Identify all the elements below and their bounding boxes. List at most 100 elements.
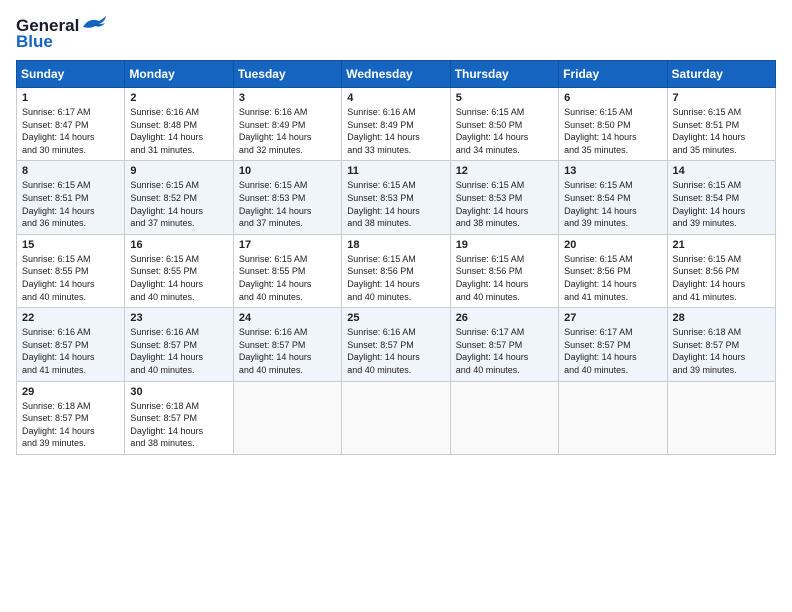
day-number: 7 <box>673 92 770 104</box>
day-number: 27 <box>564 312 661 324</box>
calendar-cell: 17 Sunrise: 6:15 AM Sunset: 8:55 PM Dayli… <box>233 234 341 307</box>
day-number: 29 <box>22 386 119 398</box>
calendar-cell: 3 Sunrise: 6:16 AM Sunset: 8:49 PM Daylig… <box>233 88 341 161</box>
day-info: Sunrise: 6:15 AM Sunset: 8:52 PM Dayligh… <box>130 179 227 229</box>
calendar-cell: 19Sunrise: 6:15 AM Sunset: 8:56 PM Dayli… <box>450 234 558 307</box>
day-info: Sunrise: 6:17 AM Sunset: 8:57 PM Dayligh… <box>456 326 553 376</box>
week-row-3: 15 Sunrise: 6:15 AM Sunset: 8:55 PM Dayli… <box>17 234 776 307</box>
day-info: Sunrise: 6:17 AM Sunset: 8:47 PM Dayligh… <box>22 106 119 156</box>
weekday-header-friday: Friday <box>559 61 667 88</box>
day-number: 4 <box>347 92 444 104</box>
logo: General Blue <box>16 16 107 52</box>
day-info: Sunrise: 6:16 AM Sunset: 8:49 PM Dayligh… <box>239 106 336 156</box>
logo-blue-text: Blue <box>16 32 53 52</box>
day-info: Sunrise: 6:15 AM Sunset: 8:55 PM Dayligh… <box>239 253 336 303</box>
day-info: Sunrise: 6:18 AM Sunset: 8:57 PM Dayligh… <box>130 400 227 450</box>
week-row-4: 22 Sunrise: 6:16 AM Sunset: 8:57 PM Dayli… <box>17 308 776 381</box>
day-number: 19 <box>456 239 553 251</box>
day-number: 25 <box>347 312 444 324</box>
day-info: Sunrise: 6:16 AM Sunset: 8:48 PM Dayligh… <box>130 106 227 156</box>
day-number: 16 <box>130 239 227 251</box>
day-info: Sunrise: 6:15 AM Sunset: 8:53 PM Dayligh… <box>239 179 336 229</box>
calendar-cell: 11Sunrise: 6:15 AM Sunset: 8:53 PM Dayli… <box>342 161 450 234</box>
day-number: 3 <box>239 92 336 104</box>
week-row-5: 29 Sunrise: 6:18 AM Sunset: 8:57 PM Dayli… <box>17 381 776 454</box>
day-number: 9 <box>130 165 227 177</box>
day-number: 6 <box>564 92 661 104</box>
day-number: 2 <box>130 92 227 104</box>
weekday-header-tuesday: Tuesday <box>233 61 341 88</box>
day-info: Sunrise: 6:15 AM Sunset: 8:54 PM Dayligh… <box>564 179 661 229</box>
calendar-cell <box>233 381 341 454</box>
day-info: Sunrise: 6:15 AM Sunset: 8:54 PM Dayligh… <box>673 179 770 229</box>
day-info: Sunrise: 6:18 AM Sunset: 8:57 PM Dayligh… <box>673 326 770 376</box>
calendar-cell: 10 Sunrise: 6:15 AM Sunset: 8:53 PM Dayli… <box>233 161 341 234</box>
calendar-cell: 27 Sunrise: 6:17 AM Sunset: 8:57 PM Dayli… <box>559 308 667 381</box>
day-info: Sunrise: 6:15 AM Sunset: 8:51 PM Dayligh… <box>22 179 119 229</box>
day-info: Sunrise: 6:16 AM Sunset: 8:57 PM Dayligh… <box>22 326 119 376</box>
calendar-cell: 7 Sunrise: 6:15 AM Sunset: 8:51 PM Daylig… <box>667 88 775 161</box>
day-number: 23 <box>130 312 227 324</box>
day-number: 12 <box>456 165 553 177</box>
day-number: 1 <box>22 92 119 104</box>
weekday-header-row: SundayMondayTuesdayWednesdayThursdayFrid… <box>17 61 776 88</box>
calendar-cell: 23 Sunrise: 6:16 AM Sunset: 8:57 PM Dayli… <box>125 308 233 381</box>
calendar-cell: 4 Sunrise: 6:16 AM Sunset: 8:49 PM Daylig… <box>342 88 450 161</box>
calendar-cell: 5Sunrise: 6:15 AM Sunset: 8:50 PM Daylig… <box>450 88 558 161</box>
calendar-cell: 20Sunrise: 6:15 AM Sunset: 8:56 PM Dayli… <box>559 234 667 307</box>
day-info: Sunrise: 6:15 AM Sunset: 8:55 PM Dayligh… <box>130 253 227 303</box>
calendar-cell: 1 Sunrise: 6:17 AM Sunset: 8:47 PM Daylig… <box>17 88 125 161</box>
calendar-cell: 16 Sunrise: 6:15 AM Sunset: 8:55 PM Dayli… <box>125 234 233 307</box>
calendar-cell: 13 Sunrise: 6:15 AM Sunset: 8:54 PM Dayli… <box>559 161 667 234</box>
week-row-2: 8 Sunrise: 6:15 AM Sunset: 8:51 PM Daylig… <box>17 161 776 234</box>
calendar-cell <box>342 381 450 454</box>
day-info: Sunrise: 6:17 AM Sunset: 8:57 PM Dayligh… <box>564 326 661 376</box>
calendar-cell: 6 Sunrise: 6:15 AM Sunset: 8:50 PM Daylig… <box>559 88 667 161</box>
calendar-cell: 26 Sunrise: 6:17 AM Sunset: 8:57 PM Dayli… <box>450 308 558 381</box>
calendar-cell <box>450 381 558 454</box>
day-info: Sunrise: 6:15 AM Sunset: 8:51 PM Dayligh… <box>673 106 770 156</box>
logo-bird-icon <box>81 15 107 33</box>
week-row-1: 1 Sunrise: 6:17 AM Sunset: 8:47 PM Daylig… <box>17 88 776 161</box>
weekday-header-thursday: Thursday <box>450 61 558 88</box>
day-info: Sunrise: 6:15 AM Sunset: 8:56 PM Dayligh… <box>347 253 444 303</box>
day-number: 26 <box>456 312 553 324</box>
calendar-cell: 15Sunrise: 6:15 AM Sunset: 8:55 PM Dayli… <box>17 234 125 307</box>
day-info: Sunrise: 6:16 AM Sunset: 8:49 PM Dayligh… <box>347 106 444 156</box>
day-number: 18 <box>347 239 444 251</box>
day-info: Sunrise: 6:18 AM Sunset: 8:57 PM Dayligh… <box>22 400 119 450</box>
calendar-cell: 12 Sunrise: 6:15 AM Sunset: 8:53 PM Dayli… <box>450 161 558 234</box>
day-number: 21 <box>673 239 770 251</box>
weekday-header-monday: Monday <box>125 61 233 88</box>
calendar-table: SundayMondayTuesdayWednesdayThursdayFrid… <box>16 60 776 455</box>
day-info: Sunrise: 6:15 AM Sunset: 8:56 PM Dayligh… <box>564 253 661 303</box>
day-number: 5 <box>456 92 553 104</box>
day-info: Sunrise: 6:15 AM Sunset: 8:50 PM Dayligh… <box>564 106 661 156</box>
weekday-header-sunday: Sunday <box>17 61 125 88</box>
day-info: Sunrise: 6:16 AM Sunset: 8:57 PM Dayligh… <box>347 326 444 376</box>
calendar-cell: 25 Sunrise: 6:16 AM Sunset: 8:57 PM Dayli… <box>342 308 450 381</box>
day-info: Sunrise: 6:16 AM Sunset: 8:57 PM Dayligh… <box>239 326 336 376</box>
calendar-cell: 24 Sunrise: 6:16 AM Sunset: 8:57 PM Dayli… <box>233 308 341 381</box>
calendar-cell <box>667 381 775 454</box>
day-info: Sunrise: 6:15 AM Sunset: 8:53 PM Dayligh… <box>456 179 553 229</box>
day-number: 28 <box>673 312 770 324</box>
day-info: Sunrise: 6:15 AM Sunset: 8:56 PM Dayligh… <box>673 253 770 303</box>
day-number: 24 <box>239 312 336 324</box>
calendar-cell: 30Sunrise: 6:18 AM Sunset: 8:57 PM Dayli… <box>125 381 233 454</box>
page-container: General Blue SundayMondayTuesdayWednesda… <box>16 16 776 455</box>
calendar-cell: 18 Sunrise: 6:15 AM Sunset: 8:56 PM Dayli… <box>342 234 450 307</box>
day-number: 17 <box>239 239 336 251</box>
calendar-cell: 22 Sunrise: 6:16 AM Sunset: 8:57 PM Dayli… <box>17 308 125 381</box>
day-info: Sunrise: 6:16 AM Sunset: 8:57 PM Dayligh… <box>130 326 227 376</box>
day-number: 11 <box>347 165 444 177</box>
calendar-cell: 28 Sunrise: 6:18 AM Sunset: 8:57 PM Dayli… <box>667 308 775 381</box>
day-number: 13 <box>564 165 661 177</box>
weekday-header-wednesday: Wednesday <box>342 61 450 88</box>
day-number: 8 <box>22 165 119 177</box>
day-number: 10 <box>239 165 336 177</box>
day-number: 15 <box>22 239 119 251</box>
day-number: 22 <box>22 312 119 324</box>
day-number: 14 <box>673 165 770 177</box>
calendar-cell <box>559 381 667 454</box>
